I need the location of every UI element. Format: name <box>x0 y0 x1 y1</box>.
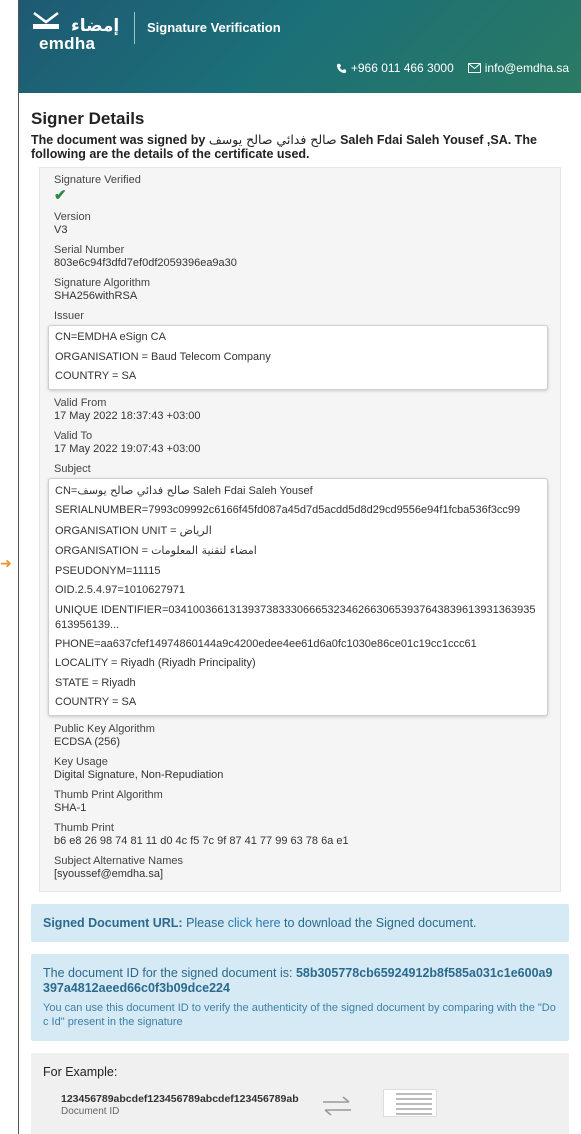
issuer-org: ORGANISATION = Baud Telecom Company <box>55 350 271 363</box>
field-value: [syoussef@emdha.sa] <box>54 867 163 880</box>
example-title: For Example: <box>43 1064 118 1079</box>
subject-phone: PHONE=aa637cfef14974860144a9c4200edee4ee… <box>55 637 477 650</box>
pointer-arrow-icon: ➜ <box>0 555 12 571</box>
email-link[interactable]: info@emdha.sa <box>467 61 569 75</box>
phone-link[interactable]: +966 011 466 3000 <box>336 61 454 75</box>
field-label: Valid To <box>54 429 93 442</box>
certificate-details-panel: Signature Verified ✔ Version V3 Serial N… <box>39 167 561 892</box>
field-label: Signature Algorithm <box>54 277 150 289</box>
cn-arabic: صالح فدائي صالح يوسف <box>77 483 190 497</box>
subject-alt-names-field: Subject Alternative Names [syoussef@emdh… <box>54 855 548 881</box>
header-title: Signature Verification <box>147 20 281 35</box>
issuer-cn: CN=EMDHA eSign CA <box>55 331 166 343</box>
page-title: Signer Details <box>31 109 145 128</box>
signature-algorithm-field: Signature Algorithm SHA256withRSA <box>54 277 548 303</box>
key-usage-field: Key Usage Digital Signature, Non-Repudia… <box>54 756 548 782</box>
issuer-box: CN=EMDHA eSign CA ORGANISATION = Baud Te… <box>48 325 548 390</box>
contact-info: +966 011 466 3000 info@emdha.sa <box>336 61 569 75</box>
field-label: Version <box>54 211 91 223</box>
document-id-note: You can use this document ID to verify t… <box>43 1001 556 1028</box>
field-label: Thumb Print <box>54 821 114 834</box>
subject-locality: LOCALITY = Riyadh (Riyadh Principality) <box>55 657 256 669</box>
thumb-print-field: Thumb Print b6 e8 26 98 74 81 11 d0 4c f… <box>54 822 548 848</box>
org-arabic: امضاء لتقنية المعلومات <box>151 544 257 557</box>
field-value: b6 e8 26 98 74 81 11 d0 4c f5 7c 9f 87 4… <box>54 834 349 847</box>
mail-icon <box>467 63 481 73</box>
signature-thumbnail <box>383 1088 437 1117</box>
intro-prefix: The document was signed by <box>31 133 206 147</box>
field-label: Public Key Algorithm <box>54 722 155 735</box>
signer-intro: The document was signed by صالح فدائي صا… <box>31 132 569 162</box>
org-prefix: ORGANISATION = <box>55 545 152 557</box>
logo-arabic-text: إمضاء <box>71 16 120 36</box>
email-address: info@emdha.sa <box>484 61 569 75</box>
subject-pseudonym: PSEUDONYM=11115 <box>55 564 161 577</box>
swap-arrows-icon <box>323 1095 351 1116</box>
org-unit-prefix: ORGANISATION UNIT = <box>55 524 180 537</box>
signed-url-label: Signed Document URL: <box>43 915 183 930</box>
field-value: SHA256withRSA <box>54 290 138 302</box>
header-divider <box>134 12 135 44</box>
field-label: Signature Verified <box>54 174 141 186</box>
subject-serialnumber: SERIALNUMBER=7993c09992c6166f45fd087a45d… <box>55 504 521 516</box>
field-value: SHA-1 <box>54 801 87 814</box>
issuer-field: Issuer CN=EMDHA eSign CA ORGANISATION = … <box>48 310 548 390</box>
envelope-logo-icon <box>33 12 59 29</box>
field-label: Subject Alternative Names <box>54 854 184 867</box>
subject-org: ORGANISATION = امضاء لتقنية المعلومات <box>55 541 541 562</box>
field-label: Issuer <box>54 310 84 322</box>
org-unit-arabic: الرياض <box>179 523 212 537</box>
issuer-country: COUNTRY = SA <box>55 370 137 382</box>
subject-oid: OID.2.5.4.97=1010627971 <box>55 584 185 596</box>
field-label: Serial Number <box>54 244 125 256</box>
subject-box: CN=صالح فدائي صالح يوسف Saleh Fdai Saleh… <box>48 477 548 716</box>
example-document-id: 123456789abcdef123456789abcdef123456789a… <box>61 1092 299 1105</box>
field-label: Thumb Print Algorithm <box>54 788 163 801</box>
subject-state: STATE = Riyadh <box>55 676 136 689</box>
thumb-print-algorithm-field: Thumb Print Algorithm SHA-1 <box>54 789 548 815</box>
download-link[interactable]: click here <box>228 916 281 930</box>
document-id-box: The document ID for the signed document … <box>31 953 569 1041</box>
check-icon: ✔ <box>54 187 67 204</box>
field-value: 803e6c94f3dfd7ef0df2059396ea9a30 <box>54 257 237 269</box>
field-value: ECDSA (256) <box>54 735 121 748</box>
field-value: Digital Signature, Non-Repudiation <box>54 768 224 781</box>
document-id-heading-text: The document ID for the signed document … <box>43 965 293 980</box>
public-key-algorithm-field: Public Key Algorithm ECDSA (256) <box>54 723 548 749</box>
signed-url-pre: Please <box>182 915 228 930</box>
signature-verified-field: Signature Verified ✔ <box>54 174 548 204</box>
field-value: 17 May 2022 18:37:43 +03:00 <box>54 409 201 422</box>
main-content: Signer Details The document was signed b… <box>19 109 581 1134</box>
field-label: Subject <box>54 462 91 475</box>
serial-number-field: Serial Number 803e6c94f3dfd7ef0df2059396… <box>54 244 548 270</box>
page-frame: إمضاء emdha Signature Verification +966 … <box>18 0 581 1134</box>
example-box: For Example: 123456789abcdef123456789abc… <box>31 1052 569 1134</box>
logo-english-text: emdha <box>39 34 96 53</box>
example-caption: Document ID <box>61 1105 120 1117</box>
phone-icon <box>336 63 346 73</box>
emdha-logo[interactable]: إمضاء emdha <box>33 12 133 53</box>
valid-to-field: Valid To 17 May 2022 19:07:43 +03:00 <box>54 430 548 456</box>
signer-name-arabic: صالح فدائي صالح يوسف <box>208 132 337 147</box>
subject-country: COUNTRY = SA <box>55 696 137 708</box>
header: إمضاء emdha Signature Verification +966 … <box>19 0 581 93</box>
field-value: 17 May 2022 19:07:43 +03:00 <box>54 442 201 455</box>
subject-unique-identifier: UNIQUE IDENTIFIER=0341003661313937383330… <box>55 603 536 631</box>
field-label: Key Usage <box>54 755 108 768</box>
field-value: V3 <box>54 224 68 236</box>
signed-document-url-box: Signed Document URL: Please click here t… <box>31 903 569 942</box>
field-label: Valid From <box>54 396 107 409</box>
subject-cn: CN=صالح فدائي صالح يوسف Saleh Fdai Saleh… <box>55 481 541 502</box>
version-field: Version V3 <box>54 211 548 237</box>
subject-org-unit: ORGANISATION UNIT = الرياض <box>55 521 541 542</box>
phone-number: +966 011 466 3000 <box>350 61 454 75</box>
subject-field: Subject CN=صالح فدائي صالح يوسف Saleh Fd… <box>48 462 548 716</box>
signed-url-post: to download the Signed document. <box>280 915 477 930</box>
document-id-heading: The document ID for the signed document … <box>43 966 557 996</box>
cn-prefix: CN= <box>55 484 78 497</box>
cn-english: Saleh Fdai Saleh Yousef <box>192 484 313 497</box>
valid-from-field: Valid From 17 May 2022 18:37:43 +03:00 <box>54 397 548 423</box>
